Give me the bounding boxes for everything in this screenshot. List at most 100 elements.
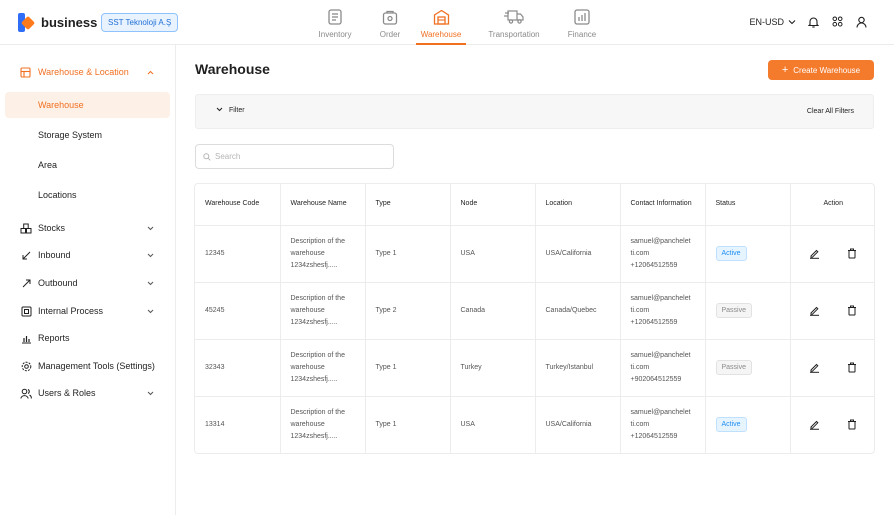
truck-icon: [504, 7, 524, 27]
contact-email: samuel@panchelet ti.com: [630, 408, 691, 428]
column-header: Status: [705, 184, 791, 226]
cell-actions: [790, 282, 874, 340]
chevron-down-icon: [147, 278, 154, 288]
trash-icon[interactable]: [846, 362, 858, 374]
chevron-down-icon: [216, 107, 223, 114]
cell-code: 13314: [195, 396, 281, 453]
topnav-finance[interactable]: Finance: [562, 0, 602, 45]
cell-actions: [790, 339, 874, 397]
sidebar-item-warehouse[interactable]: Warehouse: [5, 92, 170, 118]
company-badge[interactable]: SST Teknoloji A.Ş: [101, 13, 179, 32]
outbound-icon: [20, 277, 32, 289]
clear-all-filters-button[interactable]: Clear All Filters: [807, 108, 854, 115]
chevron-up-icon: [147, 67, 154, 77]
table-row[interactable]: 12345 Description of the warehouse 1234z…: [195, 225, 874, 283]
table-row[interactable]: 45245 Description of the warehouse 1234z…: [195, 282, 874, 340]
logo[interactable]: business: [18, 13, 97, 32]
apps-grid-icon[interactable]: [831, 15, 844, 28]
cell-name: Description of the warehouse 1234zshesfj…: [280, 282, 366, 340]
order-icon: [380, 7, 400, 27]
sidebar-item-reports[interactable]: Reports: [0, 326, 176, 350]
inventory-icon: [325, 7, 345, 27]
contact-email: samuel@panchelet ti.com: [630, 351, 691, 371]
topnav-label: Transportation: [488, 30, 540, 39]
cell-contact: samuel@panchelet ti.com +12064512559: [620, 282, 706, 340]
sidebar-item-label: Internal Process: [38, 306, 104, 316]
filter-label: Filter: [229, 107, 245, 114]
topnav-order[interactable]: Order: [364, 0, 416, 45]
create-warehouse-button[interactable]: + Create Warehouse: [768, 60, 874, 80]
cell-contact: samuel@panchelet ti.com +12064512559: [620, 225, 706, 283]
filter-toggle[interactable]: Filter: [216, 107, 245, 114]
sidebar-item-inbound[interactable]: Inbound: [0, 243, 176, 267]
user-icon[interactable]: [855, 15, 868, 28]
sidebar-item-internal-process[interactable]: Internal Process: [0, 299, 176, 323]
trash-icon[interactable]: [846, 248, 858, 260]
trash-icon[interactable]: [846, 419, 858, 431]
contact-email: samuel@panchelet ti.com: [630, 237, 691, 257]
create-warehouse-label: Create Warehouse: [793, 65, 861, 75]
warehouse-icon: [431, 7, 451, 27]
sidebar-item-storage-system[interactable]: Storage System: [5, 122, 170, 148]
edit-icon[interactable]: [808, 248, 820, 260]
cell-actions: [790, 396, 874, 453]
cell-location: Turkey/Istanbul: [535, 339, 621, 397]
topnav-transportation[interactable]: Transportation: [466, 0, 562, 45]
brand-name: business: [41, 15, 98, 30]
sidebar: Warehouse & Location Warehouse Storage S…: [0, 45, 176, 515]
status-badge: Active: [715, 246, 747, 261]
edit-icon[interactable]: [808, 419, 820, 431]
reports-icon: [20, 332, 32, 344]
cell-code: 12345: [195, 225, 281, 283]
cell-name: Description of the warehouse 1234zshesfj…: [280, 339, 366, 397]
edit-icon[interactable]: [808, 305, 820, 317]
cell-type: Type 2: [365, 282, 451, 340]
settings-icon: [20, 360, 32, 372]
topnav-label: Finance: [567, 30, 597, 39]
plus-icon: +: [781, 64, 789, 76]
cell-code: 45245: [195, 282, 281, 340]
sidebar-item-locations[interactable]: Locations: [5, 182, 170, 208]
users-icon: [20, 387, 32, 399]
chevron-down-icon: [147, 306, 154, 316]
top-nav: Inventory Order Warehouse Transportation…: [306, 0, 602, 45]
trash-icon[interactable]: [846, 305, 858, 317]
search-input[interactable]: [215, 152, 385, 161]
cell-name: Description of the warehouse 1234zshesfj…: [280, 225, 366, 283]
table-row[interactable]: 32343 Description of the warehouse 1234z…: [195, 339, 874, 397]
topnav-label: Order: [379, 30, 401, 39]
sidebar-item-area[interactable]: Area: [5, 152, 170, 178]
internal-process-icon: [20, 305, 32, 317]
sidebar-item-outbound[interactable]: Outbound: [0, 271, 176, 295]
topnav-inventory[interactable]: Inventory: [306, 0, 364, 45]
sidebar-item-management-tools[interactable]: Management Tools (Settings): [0, 354, 176, 378]
column-header: Type: [365, 184, 451, 226]
sidebar-item-users-roles[interactable]: Users & Roles: [0, 381, 176, 405]
sidebar-item-label: Users & Roles: [38, 388, 96, 398]
logo-icon: [18, 13, 36, 32]
topnav-warehouse[interactable]: Warehouse: [416, 0, 466, 45]
sidebar-item-stocks[interactable]: Stocks: [0, 216, 176, 240]
cell-node: Turkey: [450, 339, 536, 397]
column-header: Warehouse Name: [280, 184, 366, 226]
search-box: [195, 144, 394, 169]
chevron-down-icon: [147, 250, 154, 260]
table-row[interactable]: 13314 Description of the warehouse 1234z…: [195, 396, 874, 453]
sidebar-item-label: Reports: [38, 333, 70, 343]
sidebar-item-label: Stocks: [38, 223, 66, 233]
contact-phone: +12064512559: [630, 432, 678, 440]
cell-status: Passive: [705, 282, 791, 340]
edit-icon[interactable]: [808, 362, 820, 374]
cell-type: Type 1: [365, 225, 451, 283]
column-header: Action: [790, 184, 874, 226]
sidebar-group-label: Warehouse & Location: [38, 67, 129, 77]
currency-selector[interactable]: EN-USD: [749, 17, 796, 27]
sidebar-group-warehouse-location[interactable]: Warehouse & Location: [0, 58, 176, 86]
column-header: Node: [450, 184, 536, 226]
topnav-label: Inventory: [318, 30, 352, 39]
cell-location: Canada/Quebec: [535, 282, 621, 340]
column-header: Warehouse Code: [195, 184, 281, 226]
bell-icon[interactable]: [807, 15, 820, 28]
chevron-down-icon: [147, 388, 154, 398]
column-header: Location: [535, 184, 621, 226]
